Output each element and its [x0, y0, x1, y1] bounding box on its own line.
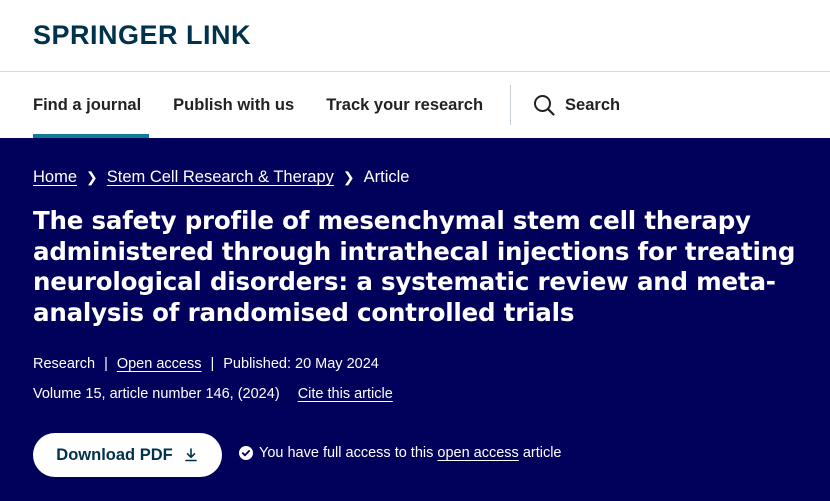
download-pdf-label: Download PDF	[56, 445, 173, 464]
search-icon	[534, 95, 555, 116]
access-status: You have full access to this open access…	[239, 445, 562, 461]
cite-article-link[interactable]: Cite this article	[298, 386, 393, 402]
article-type: Research	[33, 356, 96, 372]
meta-divider: |	[104, 356, 108, 372]
search-button[interactable]: Search	[533, 94, 620, 116]
access-prefix: You have full access to this	[259, 445, 434, 461]
nav-publish[interactable]: Publish with us	[173, 72, 294, 138]
breadcrumb-journal[interactable]: Stem Cell Research & Therapy	[107, 168, 334, 187]
download-pdf-button[interactable]: Download PDF	[33, 433, 222, 477]
open-access-link[interactable]: Open access	[117, 356, 202, 372]
access-open-access-link[interactable]: open access	[437, 445, 518, 461]
article-title: The safety profile of mesenchymal stem c…	[33, 206, 796, 327]
site-header: SPRINGER LINK	[0, 0, 830, 72]
access-suffix: article	[522, 445, 562, 461]
nav-find-journal[interactable]: Find a journal	[33, 72, 150, 138]
volume-line: Volume 15, article number 146, (2024) Ci…	[33, 386, 393, 402]
article-meta: Research | Open access | Published: 20 M…	[33, 356, 379, 372]
meta-divider: |	[210, 356, 215, 372]
chevron-right-icon: ❯	[342, 169, 355, 185]
nav-divider	[510, 85, 512, 125]
nav-track-research[interactable]: Track your research	[326, 72, 483, 138]
breadcrumb-home[interactable]: Home	[33, 168, 77, 187]
breadcrumb: Home ❯ Stem Cell Research & Therapy ❯ Ar…	[33, 168, 409, 187]
chevron-right-icon: ❯	[86, 169, 98, 185]
article-hero: Home ❯ Stem Cell Research & Therapy ❯ Ar…	[0, 138, 830, 501]
volume-info: Volume 15, article number 146, (2024)	[33, 386, 280, 402]
springer-link-logo[interactable]: SPRINGER LINK	[33, 20, 251, 51]
search-label: Search	[565, 95, 621, 114]
main-nav: Find a journal Publish with us Track you…	[0, 72, 830, 138]
published-date: Published: 20 May 2024	[223, 356, 379, 372]
download-icon	[184, 448, 197, 462]
breadcrumb-current: Article	[363, 168, 410, 186]
check-circle-icon	[239, 446, 253, 460]
